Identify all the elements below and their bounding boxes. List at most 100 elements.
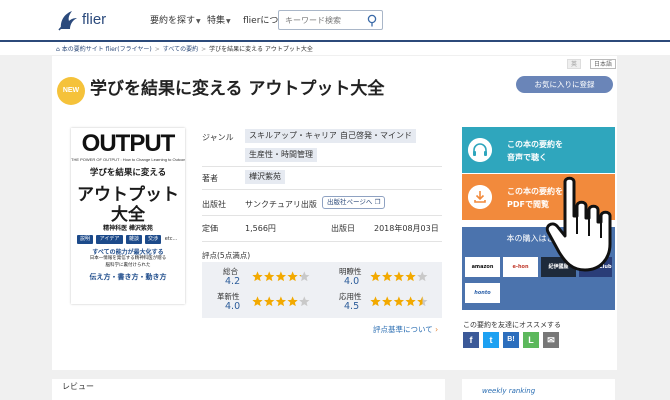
- home-icon: ⌂: [56, 46, 60, 53]
- publisher-label: 出版社: [202, 200, 226, 209]
- caret-down-icon: ▼: [226, 18, 231, 25]
- review-section: レビュー: [52, 379, 445, 400]
- breadcrumb-separator: >: [154, 46, 160, 53]
- star-icon: [275, 296, 287, 307]
- cover-chip: アイデア: [96, 235, 123, 244]
- publisher-page-label: 出版社ページへ: [327, 198, 373, 206]
- star-icon: [299, 271, 310, 282]
- genre-tag[interactable]: 自己啓発・マインド: [336, 129, 416, 143]
- rating-score: 4.0: [225, 301, 241, 312]
- date-value: 2018年08月03日: [374, 224, 439, 233]
- star-icon: [370, 296, 381, 307]
- share-label: この要約を友達にオススメする: [463, 321, 561, 329]
- cover-title-en: OUTPUT: [81, 130, 176, 157]
- breadcrumb-bar: ⌂ 本の要約サイト flier(フライヤー) > すべての要約 > 学びを結果に変える …: [0, 40, 670, 55]
- audio-label-1: この本の要約を: [507, 140, 563, 149]
- store-amazon-button[interactable]: amazon: [465, 257, 500, 277]
- cover-chip: 雑談: [126, 235, 142, 244]
- star-icon: [299, 296, 310, 307]
- breadcrumb-all[interactable]: すべての要約: [163, 46, 198, 53]
- breadcrumb: ⌂ 本の要約サイト flier(フライヤー) > すべての要約 > 学びを結果に変える …: [56, 44, 313, 53]
- divider: [202, 189, 442, 190]
- nav-label: 要約を探す: [150, 16, 196, 26]
- rating-stars: [370, 271, 428, 282]
- review-heading: レビュー: [62, 382, 94, 391]
- price-label: 定価: [202, 224, 218, 233]
- price-value: 1,566円: [245, 224, 276, 233]
- rating-score: 4.2: [225, 276, 241, 287]
- cover-line: 日本一情報を発信する精神科医が贈る: [89, 255, 167, 260]
- breadcrumb-home[interactable]: 本の要約サイト flier(フライヤー): [62, 46, 152, 53]
- chevron-right-icon: ›: [435, 325, 439, 334]
- pdf-label-2: PDFで閲覧: [507, 200, 549, 209]
- lang-english-button[interactable]: 英: [567, 59, 582, 69]
- headphones-icon: [468, 138, 492, 162]
- external-link-icon: ❐: [374, 198, 381, 206]
- store-honto-button[interactable]: honto: [465, 283, 500, 303]
- facebook-share-button[interactable]: f: [463, 332, 479, 348]
- listen-audio-button[interactable]: この本の要約を 音声で聴く: [462, 127, 615, 173]
- author-label: 著者: [202, 174, 218, 183]
- divider: [202, 215, 442, 216]
- rating-box: 総合 4.2 明瞭性 4.0 革新性 4.0 応用性 4.5: [202, 262, 442, 318]
- star-icon: [370, 271, 381, 282]
- cover-chip: 交渉: [145, 235, 161, 244]
- evernote-share-button[interactable]: L: [523, 332, 539, 348]
- rating-criteria-link[interactable]: 評点基準について ›: [373, 324, 438, 335]
- star-icon: [393, 296, 405, 307]
- email-share-button[interactable]: ✉: [543, 332, 559, 348]
- flier-logo[interactable]: flier: [58, 9, 118, 31]
- star-icon: [382, 271, 393, 282]
- star-icon: [252, 296, 263, 307]
- cover-line: 学びを結果に変える: [89, 167, 167, 177]
- nav-find-summaries[interactable]: 要約を探す▼: [150, 13, 201, 26]
- cover-line: 伝え方・書き方・動き方: [89, 274, 167, 281]
- divider: [202, 166, 442, 167]
- breadcrumb-separator: >: [201, 46, 207, 53]
- hatena-share-button[interactable]: B!: [503, 332, 519, 348]
- publisher-value: サンクチュアリ出版: [245, 200, 317, 209]
- star-icon: [275, 271, 287, 282]
- star-icon: [252, 271, 263, 282]
- audio-label-2: 音声で聴く: [507, 153, 547, 162]
- lang-japanese-button[interactable]: 日本語: [590, 59, 617, 69]
- store-ehon-button[interactable]: e-hon: [503, 257, 538, 277]
- author-tag[interactable]: 樺沢紫苑: [245, 170, 285, 184]
- site-header: flier 要約を探す▼ 特集▼ flierについて▼ キーワード検索: [0, 0, 670, 40]
- genre-tag[interactable]: 生産性・時間管理: [245, 148, 317, 162]
- rating-score: 4.0: [344, 276, 360, 287]
- hand-pointer-icon: [545, 176, 612, 272]
- star-icon: [287, 296, 298, 307]
- star-icon: [417, 296, 428, 307]
- star-icon: [393, 271, 405, 282]
- logo-text: flier: [82, 11, 107, 28]
- weekly-ranking-section: weekly ranking: [462, 379, 615, 400]
- rating-heading: 評点(5点満点): [202, 251, 251, 260]
- cover-author: 精神科医 樺沢紫苑: [103, 226, 153, 232]
- divider: [202, 241, 442, 242]
- star-icon: [287, 271, 298, 282]
- breadcrumb-current: 学びを結果に変える アウトプット大全: [209, 46, 313, 53]
- genre-tag[interactable]: スキルアップ・キャリア: [245, 129, 341, 143]
- caret-down-icon: ▼: [196, 18, 201, 25]
- search-icon[interactable]: [366, 14, 378, 27]
- book-cover[interactable]: OUTPUT THE POWER OF OUTPUT : How to Chan…: [71, 128, 185, 304]
- rating-criteria-label: 評点基準について: [373, 325, 433, 334]
- cover-chip: 説明: [77, 235, 93, 244]
- star-icon: [382, 296, 393, 307]
- cover-line: 大全: [111, 205, 145, 224]
- publisher-page-button[interactable]: 出版社ページへ ❐: [322, 196, 386, 209]
- twitter-share-button[interactable]: t: [483, 332, 499, 348]
- rating-stars: [252, 271, 310, 282]
- cover-chip: etc...: [164, 236, 178, 242]
- date-label: 出版日: [331, 224, 355, 233]
- favorite-button[interactable]: お気に入りに登録: [516, 76, 613, 93]
- search-input[interactable]: キーワード検索: [278, 10, 383, 30]
- genre-label: ジャンル: [202, 133, 234, 142]
- weekly-ranking-heading: weekly ranking: [482, 387, 536, 395]
- star-icon: [264, 296, 275, 307]
- download-icon: [468, 185, 492, 209]
- nav-features[interactable]: 特集▼: [207, 13, 231, 26]
- cover-chips: 説明 アイデア 雑談 交渉 etc...: [77, 235, 179, 245]
- star-icon: [405, 271, 416, 282]
